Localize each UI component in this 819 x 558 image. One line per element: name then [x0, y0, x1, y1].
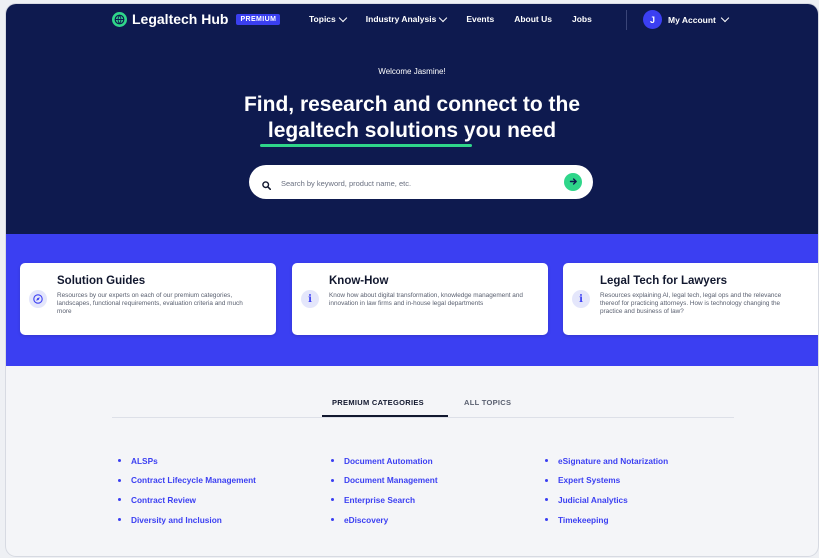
card-title: Know-How [329, 275, 389, 287]
chevron-down-icon [439, 13, 448, 22]
category-column-3: eSignature and Notarization Expert Syste… [545, 451, 668, 529]
hero-section: Legaltech Hub PREMIUM Topics Industry An… [6, 4, 818, 234]
category-link[interactable]: ALSPs [118, 451, 256, 471]
chevron-down-icon [338, 13, 348, 22]
category-label: eSignature and Notarization [558, 455, 669, 466]
bullet-icon [118, 459, 121, 463]
category-link[interactable]: Expert Systems [545, 471, 668, 491]
nav-topics[interactable]: Topics [309, 13, 348, 24]
brand-logo[interactable]: Legaltech Hub PREMIUM [112, 11, 281, 27]
bullet-icon [118, 498, 121, 502]
my-account-label: My Account [668, 14, 716, 25]
bullet-icon [331, 518, 334, 522]
nav-jobs[interactable]: Jobs [572, 14, 592, 24]
compass-icon [29, 290, 47, 308]
card-legal-tech-for-lawyers[interactable]: i Legal Tech for Lawyers Resources expla… [563, 263, 818, 335]
category-link[interactable]: Judicial Analytics [545, 490, 668, 510]
browser-frame: Legaltech Hub PREMIUM Topics Industry An… [6, 4, 818, 556]
nav-about-us-label: About Us [514, 14, 552, 24]
nav-divider [626, 10, 627, 30]
bullet-icon [118, 518, 121, 522]
search-input[interactable] [279, 174, 553, 192]
category-label: Expert Systems [558, 475, 621, 486]
nav-events[interactable]: Events [466, 14, 494, 24]
category-label: eDiscovery [344, 514, 389, 525]
my-account-menu[interactable]: J My Account [643, 10, 730, 29]
bullet-icon [331, 459, 334, 463]
category-link[interactable]: Timekeeping [545, 510, 668, 530]
headline-underline [260, 144, 472, 147]
tab-all-topics[interactable]: ALL TOPICS [464, 398, 511, 407]
page-headline: Find, research and connect to the legalt… [6, 92, 818, 144]
category-label: Judicial Analytics [558, 494, 628, 505]
bullet-icon [545, 518, 548, 522]
category-link[interactable]: Contract Lifecycle Management [118, 471, 256, 491]
category-link[interactable]: Document Management [331, 471, 438, 491]
info-icon: i [572, 290, 590, 308]
active-tab-indicator [322, 415, 448, 417]
search-bar [249, 165, 593, 199]
category-column-2: Document Automation Document Management … [331, 451, 438, 529]
headline-line-1: Find, research and connect to the [243, 93, 581, 116]
category-label: Contract Lifecycle Management [131, 475, 256, 486]
chevron-down-icon [720, 13, 730, 23]
category-link[interactable]: eDiscovery [331, 510, 438, 530]
category-link[interactable]: Document Automation [331, 451, 438, 471]
category-label: Contract Review [131, 494, 197, 505]
category-link[interactable]: eSignature and Notarization [545, 451, 668, 471]
tabs-divider [112, 417, 734, 418]
nav-industry-analysis[interactable]: Industry Analysis [365, 13, 448, 24]
category-label: Timekeeping [558, 514, 609, 525]
card-title: Legal Tech for Lawyers [600, 275, 727, 287]
category-label: Document Management [344, 475, 438, 486]
category-label: Diversity and Inclusion [131, 514, 222, 525]
bullet-icon [331, 498, 334, 502]
welcome-message: Welcome Jasmine! [378, 67, 446, 76]
category-column-1: ALSPs Contract Lifecycle Management Cont… [118, 451, 256, 529]
card-know-how[interactable]: i Know-How Know how about digital transf… [292, 263, 548, 335]
brand-name: Legaltech Hub [132, 11, 229, 27]
bullet-icon [545, 498, 548, 502]
category-link[interactable]: Enterprise Search [331, 490, 438, 510]
bullet-icon [545, 478, 548, 482]
card-description: Resources by our experts on each of our … [57, 292, 243, 315]
headline-line-2: legaltech solutions you need [267, 119, 557, 142]
nav-topics-label: Topics [309, 14, 336, 24]
card-description: Resources explaining AI, legal tech, leg… [600, 292, 782, 315]
search-submit-button[interactable] [564, 173, 582, 191]
nav-jobs-label: Jobs [571, 14, 592, 24]
globe-icon [112, 11, 127, 27]
avatar: J [643, 10, 662, 29]
card-description: Know how about digital transformation, k… [329, 292, 523, 307]
nav-about-us[interactable]: About Us [514, 14, 552, 24]
nav-industry-analysis-label: Industry Analysis [365, 14, 437, 24]
nav-links: Topics Industry Analysis Events About Us… [309, 13, 612, 24]
top-navigation: Legaltech Hub PREMIUM Topics Industry An… [6, 4, 818, 36]
nav-events-label: Events [466, 14, 495, 24]
premium-badge: PREMIUM [236, 13, 281, 25]
bullet-icon [545, 459, 548, 463]
arrow-right-icon [569, 173, 578, 191]
info-icon: i [301, 290, 319, 308]
tab-premium-categories[interactable]: PREMIUM CATEGORIES [332, 398, 424, 407]
category-link[interactable]: Contract Review [118, 490, 256, 510]
search-icon [262, 177, 272, 195]
category-label: Enterprise Search [344, 494, 416, 505]
category-link[interactable]: Diversity and Inclusion [118, 510, 256, 530]
category-label: ALSPs [131, 455, 158, 466]
bullet-icon [331, 478, 334, 482]
category-label: Document Automation [344, 455, 433, 466]
card-solution-guides[interactable]: Solution Guides Resources by our experts… [20, 263, 276, 335]
bullet-icon [118, 478, 121, 482]
card-title: Solution Guides [57, 275, 146, 287]
